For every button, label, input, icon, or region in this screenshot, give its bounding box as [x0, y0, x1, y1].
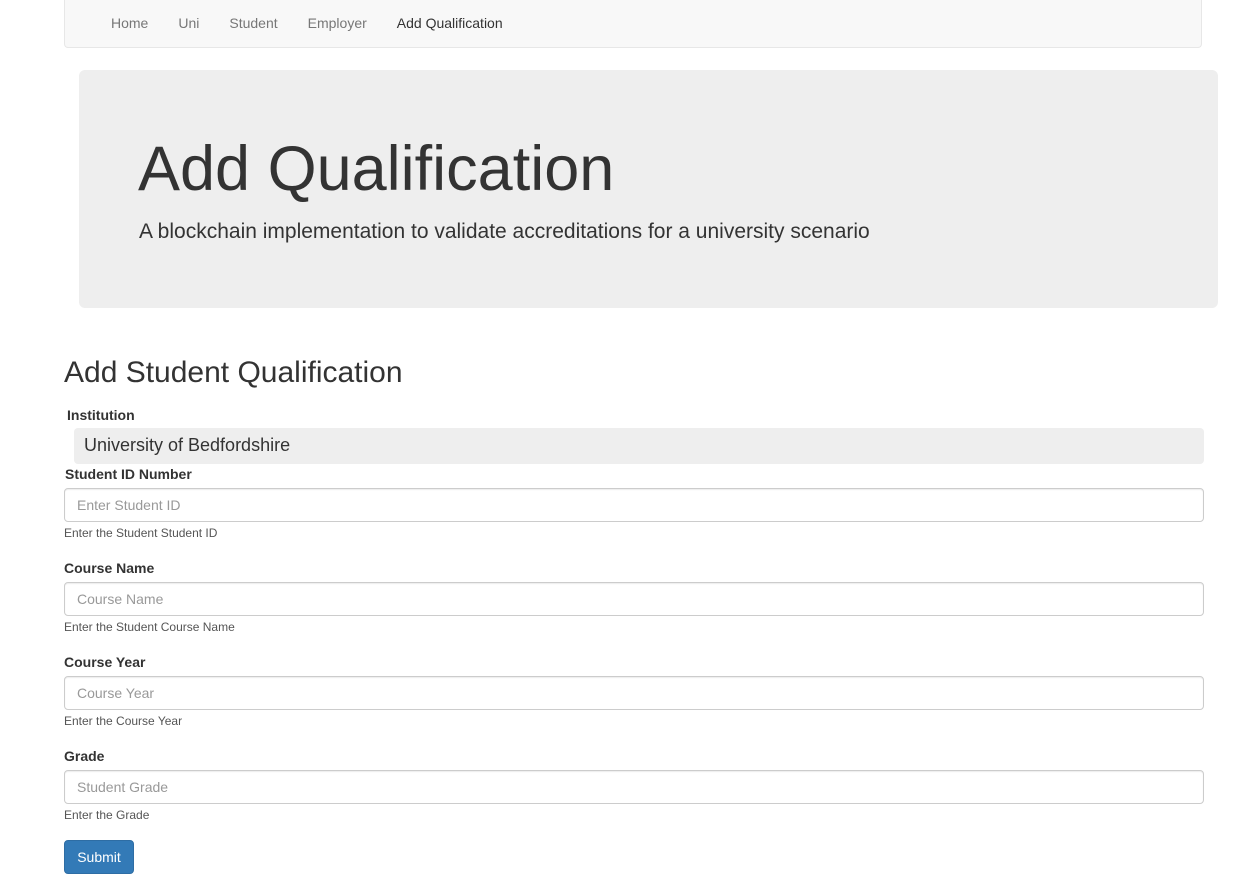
institution-label: Institution [67, 407, 135, 423]
page-title: Add Qualification [138, 134, 615, 204]
add-qualification-form: Add Student Qualification Institution Un… [64, 356, 1204, 874]
top-navbar: Home Uni Student Employer Add Qualificat… [64, 0, 1202, 48]
page-subtitle: A blockchain implementation to validate … [139, 220, 870, 243]
grade-help: Enter the Grade [64, 808, 150, 822]
grade-group: Grade Enter the Grade [64, 748, 1204, 822]
course-name-label: Course Name [64, 560, 155, 576]
student-id-group: Student ID Number Enter the Student Stud… [64, 466, 1204, 540]
jumbotron-banner: Add Qualification A blockchain implement… [79, 70, 1218, 308]
form-title: Add Student Qualification [64, 356, 403, 389]
student-id-help: Enter the Student Student ID [64, 526, 218, 540]
course-name-input[interactable] [64, 582, 1204, 616]
course-year-input[interactable] [64, 676, 1204, 710]
course-year-group: Course Year Enter the Course Year [64, 654, 1204, 728]
nav-item-student[interactable]: Student [214, 0, 292, 48]
nav-list: Home Uni Student Employer Add Qualificat… [65, 0, 1201, 47]
course-name-group: Course Name Enter the Student Course Nam… [64, 560, 1204, 634]
course-name-help: Enter the Student Course Name [64, 620, 235, 634]
course-year-help: Enter the Course Year [64, 714, 183, 728]
institution-readonly-field: University of Bedfordshire [74, 428, 1204, 464]
course-year-label: Course Year [64, 654, 146, 670]
submit-button[interactable]: Submit [64, 840, 134, 874]
nav-item-employer[interactable]: Employer [293, 0, 382, 48]
student-id-label: Student ID Number [65, 466, 192, 482]
grade-label: Grade [64, 748, 105, 764]
student-id-input[interactable] [64, 488, 1204, 522]
nav-item-add-qualification[interactable]: Add Qualification [382, 0, 518, 48]
nav-item-uni[interactable]: Uni [163, 0, 214, 48]
nav-item-home[interactable]: Home [96, 0, 163, 48]
grade-input[interactable] [64, 770, 1204, 804]
